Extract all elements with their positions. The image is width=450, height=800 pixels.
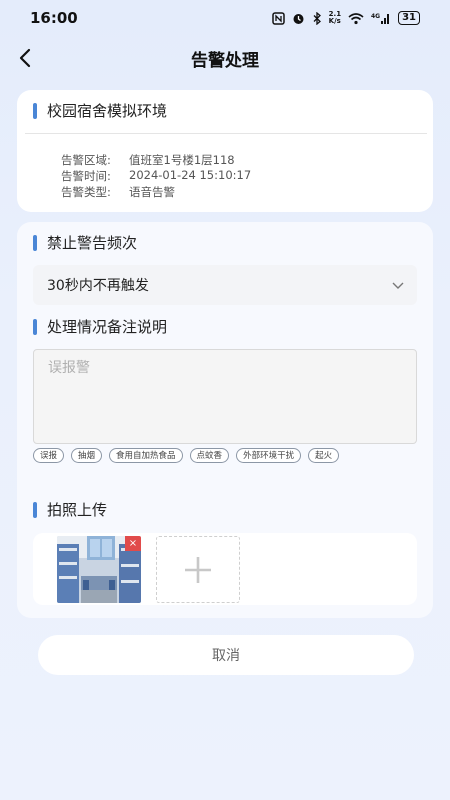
battery-icon: 31 <box>398 11 420 25</box>
photo-upload-area: × <box>33 533 417 605</box>
signal-icon: 4G <box>371 13 390 24</box>
alarm-type-label: 告警类型: <box>61 185 111 199</box>
svg-text:4G: 4G <box>371 13 380 20</box>
tag-smoking[interactable]: 抽烟 <box>71 448 103 463</box>
delete-photo-button[interactable]: × <box>125 536 141 551</box>
remark-title: 处理情况备注说明 <box>33 318 167 336</box>
frequency-selected-value: 30秒内不再触发 <box>47 278 149 294</box>
alarm-time-row: 告警时间: 2024-01-24 15:10:17 <box>61 168 251 184</box>
nfc-icon <box>271 11 285 25</box>
alarm-type-value: 语音告警 <box>129 185 175 199</box>
alarm-time-value: 2024-01-24 15:10:17 <box>129 168 252 182</box>
back-button[interactable] <box>14 46 38 70</box>
uploaded-photo-thumbnail[interactable]: × <box>57 536 141 603</box>
tag-fire[interactable]: 起火 <box>308 448 340 463</box>
frequency-select[interactable]: 30秒内不再触发 <box>33 265 417 305</box>
frequency-title: 禁止警告频次 <box>33 234 137 252</box>
chevron-left-icon <box>19 48 31 68</box>
wifi-icon <box>348 12 364 24</box>
network-speed-icon: 2.1 K/s <box>328 10 342 25</box>
tag-external-interference[interactable]: 外部环境干扰 <box>236 448 302 463</box>
alarm-location-title: 校园宿舍模拟环境 <box>33 102 167 120</box>
add-photo-button[interactable] <box>156 536 240 603</box>
cancel-button[interactable]: 取消 <box>38 635 414 675</box>
alarm-area-row: 告警区域: 值班室1号楼1层118 <box>61 152 235 168</box>
plus-icon <box>185 556 211 583</box>
status-bar: 16:00 2.1 K/s 4G 31 <box>0 0 450 36</box>
remark-textarea[interactable]: 误报警 <box>33 349 417 444</box>
status-time: 16:00 <box>30 9 78 27</box>
divider <box>25 133 427 134</box>
nav-bar: 告警处理 <box>0 38 450 78</box>
tag-mosquito-coil[interactable]: 点蚊香 <box>189 448 230 463</box>
alarm-area-label: 告警区域: <box>61 153 111 167</box>
alarm-area-value: 值班室1号楼1层118 <box>129 153 235 167</box>
handling-card: 禁止警告频次 30秒内不再触发 处理情况备注说明 误报警 误报 抽烟 食用自加热… <box>17 222 433 618</box>
alarm-info-card: 校园宿舍模拟环境 告警区域: 值班室1号楼1层118 告警时间: 2024-01… <box>17 90 433 212</box>
tag-false-alarm[interactable]: 误报 <box>33 448 65 463</box>
page-title: 告警处理 <box>191 50 259 71</box>
alarm-icon <box>293 13 304 24</box>
tag-self-heating-food[interactable]: 食用自加热食品 <box>109 448 183 463</box>
chevron-down-icon <box>392 282 404 289</box>
remark-tags: 误报 抽烟 食用自加热食品 点蚊香 外部环境干扰 起火 <box>33 448 413 463</box>
photo-upload-title: 拍照上传 <box>33 501 107 519</box>
alarm-time-label: 告警时间: <box>61 169 111 183</box>
bluetooth-icon <box>313 11 321 25</box>
alarm-type-row: 告警类型: 语音告警 <box>61 184 175 200</box>
status-icons: 2.1 K/s 4G 31 <box>271 10 420 25</box>
